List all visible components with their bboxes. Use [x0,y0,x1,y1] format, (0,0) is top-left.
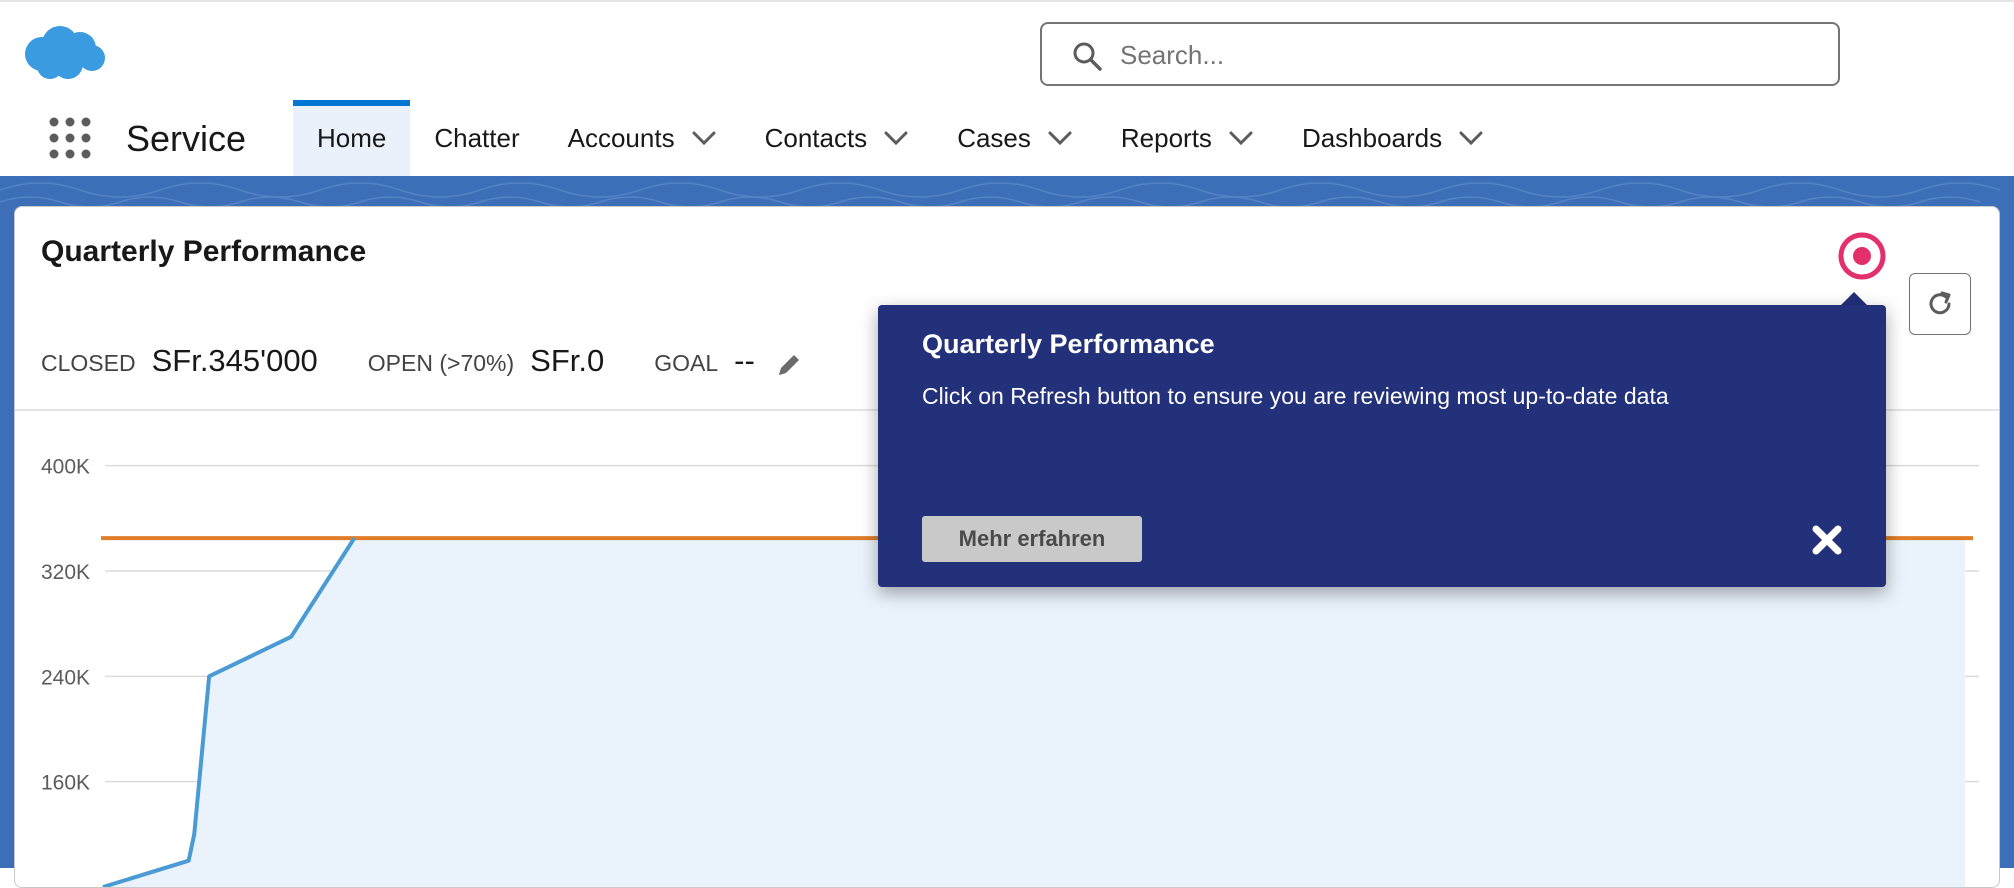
closed-area [103,538,1965,887]
tab-label: Accounts [567,122,675,153]
card-title: Quarterly Performance [41,235,367,268]
tooltip-body: Click on Refresh button to ensure you ar… [922,383,1669,409]
tab-chatter[interactable]: Chatter [410,100,543,176]
open-value: SFr.0 [530,343,605,378]
global-search[interactable] [1040,22,1840,86]
tab-reports[interactable]: Reports [1097,100,1278,176]
walkthrough-beacon-icon[interactable] [1837,231,1887,281]
tooltip-title: Quarterly Performance [922,329,1215,359]
chevron-down-icon[interactable] [883,130,909,146]
tab-contacts[interactable]: Contacts [741,100,934,176]
y-tick-label: 160K [41,772,90,795]
search-icon [1073,42,1102,71]
app-navigation: Service Home Chatter Accounts Contacts Cases… [0,100,2014,176]
tab-label: Chatter [434,122,520,153]
chevron-down-icon[interactable] [1228,130,1254,146]
closed-value: SFr.345'000 [151,343,318,378]
tab-label: Home [317,122,387,153]
chevron-down-icon[interactable] [1047,130,1073,146]
y-tick-label: 400K [41,456,90,479]
tab-label: Cases [957,122,1031,153]
chevron-down-icon[interactable] [1458,130,1484,146]
goal-value: -- [734,343,755,378]
tab-home[interactable]: Home [293,100,411,176]
open-label: OPEN (>70%) [367,350,515,376]
salesforce-logo-icon[interactable] [22,24,106,82]
tab-accounts[interactable]: Accounts [544,100,741,176]
app-name: Service [126,118,247,159]
edit-goal-pencil-icon[interactable] [775,351,803,379]
y-tick-label: 320K [41,561,90,584]
performance-metrics: CLOSED SFr.345'000 OPEN (>70%) SFr.0 GOA… [41,343,803,387]
chevron-down-icon[interactable] [691,130,717,146]
closed-label: CLOSED [41,350,136,376]
learn-more-button[interactable]: Mehr erfahren [922,516,1142,562]
app-launcher-icon[interactable] [48,116,92,160]
walkthrough-tooltip: Quarterly Performance Click on Refresh b… [878,305,1886,587]
tab-label: Dashboards [1301,122,1443,153]
global-header [0,0,2014,100]
tab-cases[interactable]: Cases [933,100,1097,176]
tab-dashboards[interactable]: Dashboards [1278,100,1508,176]
y-tick-label: 240K [41,666,90,689]
refresh-button[interactable] [1909,273,1971,335]
search-input[interactable] [1118,32,1822,78]
nav-tabs: Home Chatter Accounts Contacts Cases Reports D… [293,100,1508,176]
tab-label: Contacts [764,122,868,153]
tab-label: Reports [1120,122,1212,153]
close-icon[interactable] [1810,523,1844,557]
refresh-icon [1929,291,1951,315]
goal-label: GOAL [654,350,719,376]
